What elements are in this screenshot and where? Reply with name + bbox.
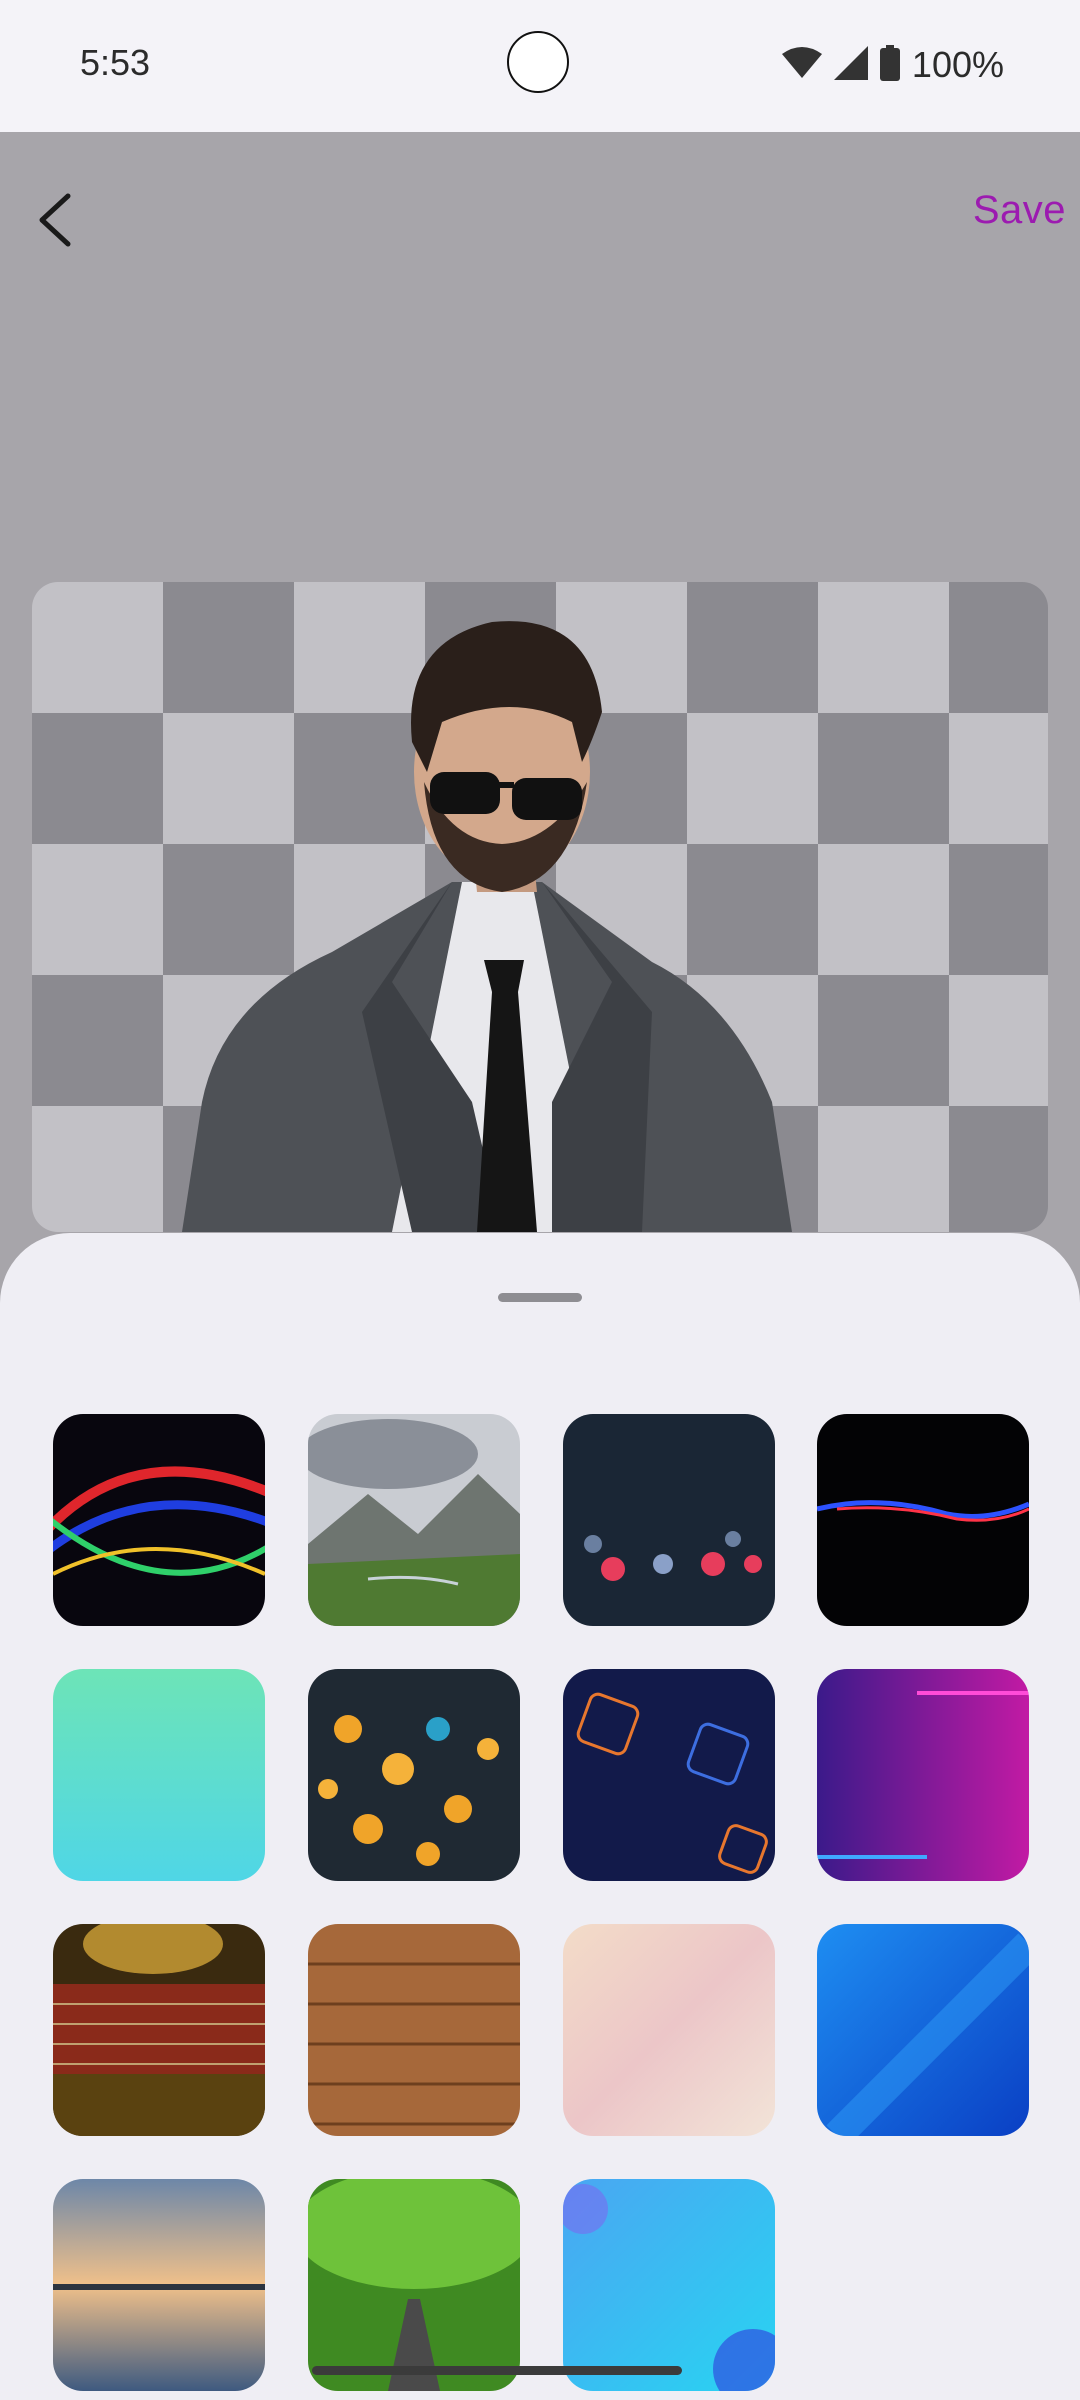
background-option-blue-bubbles-abstract[interactable] [563, 2179, 775, 2391]
background-option-abstract-neon-waves[interactable] [53, 1414, 265, 1626]
wifi-icon [781, 46, 822, 84]
drag-handle[interactable] [498, 1293, 582, 1302]
background-option-pastel-gradient[interactable] [563, 1924, 775, 2136]
background-option-sunset-lake[interactable] [53, 2179, 265, 2391]
editing-canvas[interactable] [32, 582, 1048, 1232]
back-arrow-icon [39, 193, 71, 247]
background-option-city-bokeh-lights[interactable] [563, 1414, 775, 1626]
background-option-golden-bokeh[interactable] [308, 1669, 520, 1881]
back-button[interactable] [18, 184, 90, 256]
background-option-purple-neon-brick-wall[interactable] [817, 1669, 1029, 1881]
background-option-tree-lined-road[interactable] [308, 2179, 520, 2391]
battery-icon [879, 44, 900, 86]
camera-cutout [507, 31, 569, 93]
signal-icon [833, 45, 868, 85]
background-option-neon-light-streak[interactable] [817, 1414, 1029, 1626]
status-bar: 5:53 100% [0, 0, 1080, 132]
home-indicator[interactable] [312, 2366, 682, 2375]
save-button[interactable]: Save [973, 188, 1066, 233]
status-time: 5:53 [80, 42, 151, 83]
background-option-wooden-planks[interactable] [308, 1924, 520, 2136]
background-option-red-brick-wall[interactable] [53, 1924, 265, 2136]
person-cutout-image[interactable] [32, 582, 1048, 1232]
status-icons: 100% [781, 40, 1004, 90]
background-option-blue-geometric-squares[interactable] [563, 1669, 775, 1881]
battery-percentage: 100% [911, 44, 1004, 85]
background-option-mountain-valley[interactable] [308, 1414, 520, 1626]
background-option-blue-abstract-gradient[interactable] [817, 1924, 1029, 2136]
background-option-aqua-clouds[interactable] [53, 1669, 265, 1881]
